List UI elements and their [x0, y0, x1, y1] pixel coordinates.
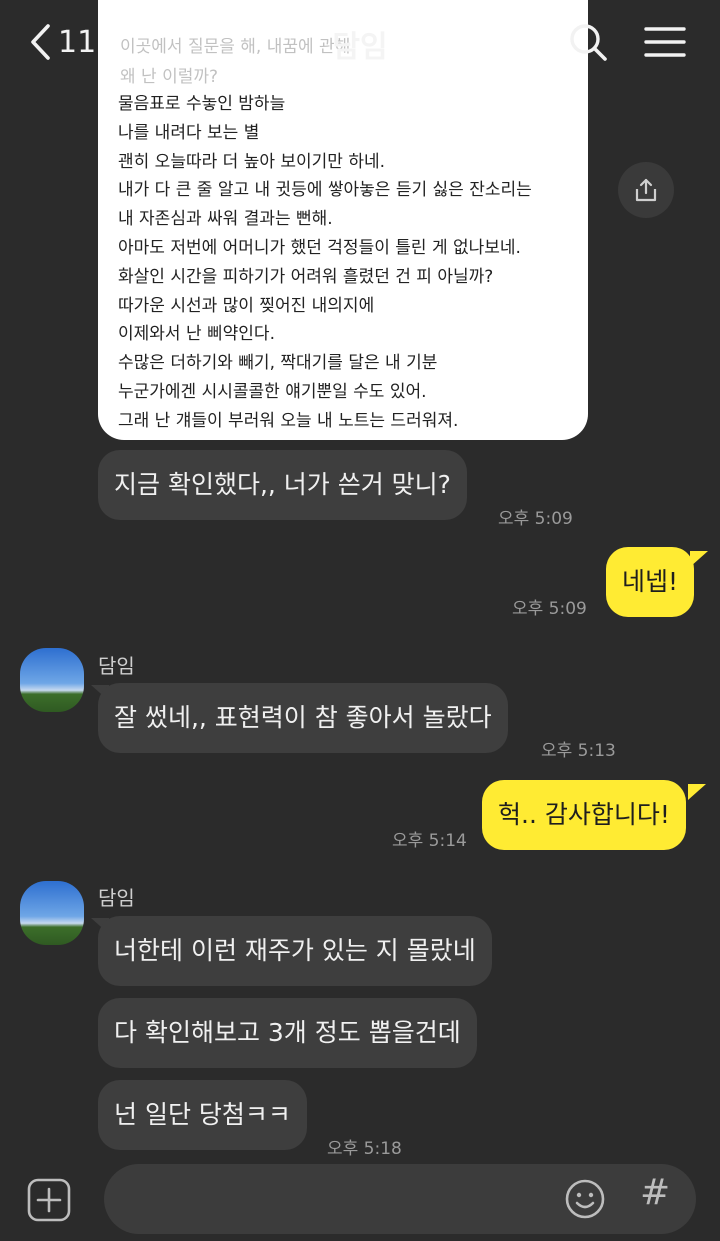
card-line: 아마도 저번에 어머니가 했던 걱정들이 틀린 게 없나보네. — [118, 237, 521, 258]
avatar[interactable] — [20, 648, 84, 712]
card-line: 괜히 오늘따라 더 높아 보이기만 하네. — [118, 151, 386, 172]
message-bubble-incoming[interactable]: 너한테 이런 재주가 있는 지 몰랐네 — [98, 916, 492, 986]
message-bubble-outgoing[interactable]: 네넵! — [606, 547, 695, 617]
message-time: 오후 5:09 — [512, 599, 587, 619]
search-icon[interactable] — [566, 20, 610, 64]
add-attachment-icon[interactable] — [27, 1178, 71, 1222]
sender-name: 담임 — [98, 886, 135, 910]
card-line: 물음표로 수놓인 밤하늘 — [118, 94, 286, 114]
card-line: 나를 내려다 보는 별 — [118, 122, 260, 143]
card-text: 물음표로 수놓인 밤하늘 나를 내려다 보는 별 괜히 오늘따라 더 높아 보이… — [118, 90, 532, 436]
card-line: 내가 다 큰 줄 알고 내 귓등에 쌓아놓은 듣기 싫은 잔소리는 — [118, 180, 532, 201]
share-button[interactable] — [618, 162, 674, 218]
message-bubble-outgoing[interactable]: 헉.. 감사합니다! — [482, 780, 686, 850]
card-line: 그래 난 걔들이 부러워 오늘 내 노트는 드러워져. — [118, 410, 459, 431]
share-icon — [635, 178, 657, 202]
card-line: 이제와서 난 삐약인다. — [118, 324, 275, 345]
sender-name: 담임 — [98, 654, 135, 678]
menu-icon[interactable] — [642, 20, 686, 64]
message-bubble-incoming[interactable]: 잘 썼네,, 표현력이 참 좋아서 놀랐다 — [98, 683, 508, 753]
message-bubble-incoming[interactable]: 넌 일단 당첨ㅋㅋ — [98, 1080, 307, 1150]
bubble-tail — [688, 784, 706, 800]
card-line: 내 자존심과 싸워 결과는 뻔해. — [118, 209, 333, 230]
message-time: 오후 5:09 — [498, 509, 573, 529]
hashtag-search-button[interactable]: # — [640, 1172, 670, 1213]
message-time: 오후 5:18 — [327, 1139, 402, 1159]
message-bubble-incoming[interactable]: 다 확인해보고 3개 정도 뽑을건데 — [98, 998, 477, 1068]
message-bubble-incoming[interactable]: 지금 확인했다,, 너가 쓴거 맞니? — [98, 450, 467, 520]
card-line: 누군가에겐 시시콜콜한 얘기뿐일 수도 있어. — [118, 381, 427, 402]
message-input[interactable] — [104, 1164, 696, 1234]
chat-title: 담임 — [332, 30, 388, 65]
message-time: 오후 5:14 — [392, 831, 467, 851]
emoji-icon[interactable] — [564, 1178, 606, 1220]
card-line: 화살인 시간을 피하기가 어려워 흘렸던 건 피 아닐까? — [118, 266, 494, 287]
message-time: 오후 5:13 — [541, 741, 616, 761]
avatar[interactable] — [20, 881, 84, 945]
card-line: 수많은 더하기와 빼기, 짝대기를 달은 내 기분 — [118, 353, 438, 374]
chat-header: 11 담임 — [0, 0, 720, 84]
card-line: 따가운 시선과 많이 찢어진 내의지에 — [118, 295, 375, 316]
